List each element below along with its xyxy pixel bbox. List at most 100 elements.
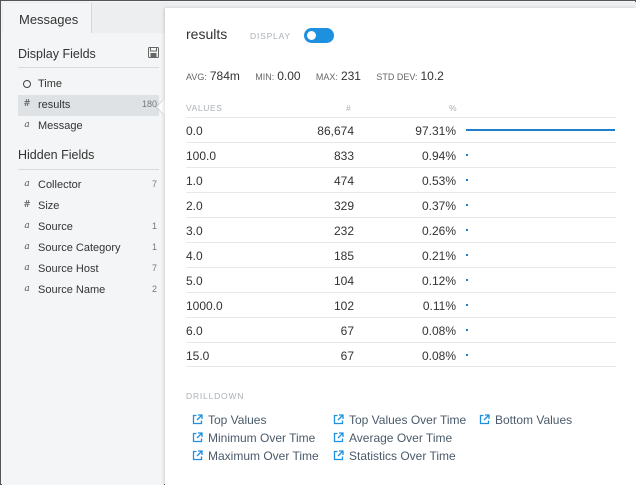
table-row[interactable]: 0.0 86,674 97.31% bbox=[186, 117, 616, 142]
drilldown-link[interactable]: Top Values bbox=[192, 413, 266, 427]
table-row[interactable]: 4.0 185 0.21% bbox=[186, 242, 616, 267]
table-row[interactable]: 3.0 232 0.26% bbox=[186, 217, 616, 242]
table-row[interactable]: 6.0 67 0.08% bbox=[186, 317, 616, 342]
divider bbox=[18, 169, 159, 170]
row-count: 329 bbox=[333, 199, 354, 213]
hidden-fields-title: Hidden Fields bbox=[18, 148, 95, 162]
text-icon: a bbox=[24, 242, 30, 252]
drilldown-link[interactable]: Top Values Over Time bbox=[333, 413, 466, 427]
row-count: 474 bbox=[333, 174, 354, 188]
avg-label: AVG: bbox=[186, 72, 207, 82]
table-row[interactable]: 1.0 474 0.53% bbox=[186, 167, 616, 192]
column-header-percent: % bbox=[449, 103, 458, 113]
toggle-knob bbox=[307, 31, 316, 40]
row-percent-bar bbox=[466, 279, 468, 281]
row-value: 100.0 bbox=[186, 149, 217, 163]
tab-messages[interactable]: Messages bbox=[3, 3, 92, 34]
display-label: DISPLAY bbox=[250, 31, 291, 41]
row-count: 185 bbox=[333, 249, 354, 263]
field-count: 1 bbox=[151, 242, 157, 252]
row-value: 15.0 bbox=[186, 349, 210, 363]
row-value: 0.0 bbox=[186, 124, 203, 138]
app-frame: Messages Display Fields Time # results 180 a… bbox=[0, 0, 636, 485]
row-percent: 0.37% bbox=[421, 199, 456, 213]
drilldown-link-label: Top Values Over Time bbox=[349, 413, 467, 427]
field-item[interactable]: # Size bbox=[18, 196, 159, 217]
clock-icon bbox=[23, 80, 31, 88]
row-value: 1000.0 bbox=[186, 299, 223, 313]
row-value: 5.0 bbox=[186, 274, 203, 288]
row-percent: 0.21% bbox=[421, 249, 456, 263]
field-item[interactable]: a Source 1 bbox=[18, 217, 159, 238]
field-name: Source bbox=[38, 221, 73, 233]
number-icon: # bbox=[23, 200, 31, 210]
row-percent: 0.08% bbox=[421, 349, 456, 363]
column-header-count: # bbox=[346, 103, 352, 113]
field-item[interactable]: a Message bbox=[18, 116, 159, 137]
max-value: 231 bbox=[340, 69, 361, 83]
display-fields-title: Display Fields bbox=[18, 47, 96, 61]
table-row[interactable]: 100.0 833 0.94% bbox=[186, 142, 616, 167]
field-count: 7 bbox=[151, 263, 157, 273]
field-summary-panel: results DISPLAY AVG: 784m MIN: 0.00 MAX: 23… bbox=[165, 8, 636, 485]
row-count: 67 bbox=[340, 349, 354, 363]
min-label: MIN: bbox=[255, 72, 275, 82]
field-name: Source Category bbox=[38, 242, 121, 254]
save-icon[interactable] bbox=[148, 47, 159, 58]
text-icon: a bbox=[24, 221, 30, 231]
field-item[interactable]: a Source Name 2 bbox=[18, 280, 159, 301]
text-icon: a bbox=[24, 284, 30, 294]
row-percent: 0.53% bbox=[421, 174, 456, 188]
external-link-icon bbox=[192, 432, 203, 443]
drilldown-link[interactable]: Average Over Time bbox=[333, 431, 452, 445]
row-value: 2.0 bbox=[186, 199, 203, 213]
row-percent-bar bbox=[466, 229, 468, 231]
field-title: results bbox=[186, 26, 228, 42]
drilldown-link-label: Minimum Over Time bbox=[208, 431, 316, 445]
table-row[interactable]: 2.0 329 0.37% bbox=[186, 192, 616, 217]
drilldown-title: DRILLDOWN bbox=[186, 391, 245, 401]
row-count: 232 bbox=[333, 224, 354, 238]
external-link-icon bbox=[192, 450, 203, 461]
row-percent: 0.08% bbox=[421, 324, 456, 338]
drilldown-link-label: Statistics Over Time bbox=[349, 449, 456, 463]
field-item[interactable]: a Source Host 7 bbox=[18, 259, 159, 280]
drilldown-link[interactable]: Statistics Over Time bbox=[333, 449, 456, 463]
drilldown-link[interactable]: Maximum Over Time bbox=[192, 449, 319, 463]
divider bbox=[18, 67, 159, 68]
field-count: 1 bbox=[151, 221, 157, 231]
field-name: Source Host bbox=[38, 263, 99, 275]
row-percent-bar bbox=[466, 304, 468, 306]
field-name: results bbox=[38, 99, 71, 111]
text-icon: a bbox=[24, 263, 30, 273]
std-dev-value: 10.2 bbox=[420, 69, 444, 83]
table-row[interactable]: 1000.0 102 0.11% bbox=[186, 292, 616, 317]
row-percent-bar bbox=[466, 204, 468, 206]
field-item[interactable]: a Source Category 1 bbox=[18, 238, 159, 259]
field-count: 7 bbox=[151, 179, 157, 189]
table-row[interactable]: 5.0 104 0.12% bbox=[186, 267, 616, 292]
min-value: 0.00 bbox=[277, 69, 301, 83]
row-percent-bar bbox=[466, 154, 468, 156]
text-icon: a bbox=[24, 179, 30, 189]
external-link-icon bbox=[333, 450, 344, 461]
drilldown-link-label: Average Over Time bbox=[349, 431, 453, 445]
row-percent-bar bbox=[466, 254, 468, 256]
external-link-icon bbox=[333, 432, 344, 443]
drilldown-link-label: Top Values bbox=[208, 413, 267, 427]
field-item[interactable]: # results 180 bbox=[18, 95, 159, 116]
drilldown-link[interactable]: Minimum Over Time bbox=[192, 431, 315, 445]
field-item[interactable]: a Collector 7 bbox=[18, 175, 159, 196]
field-count: 2 bbox=[151, 284, 157, 294]
table-row[interactable]: 15.0 67 0.08% bbox=[186, 342, 616, 367]
row-percent: 0.26% bbox=[421, 224, 456, 238]
row-count: 67 bbox=[340, 324, 354, 338]
row-value: 6.0 bbox=[186, 324, 203, 338]
display-toggle[interactable] bbox=[304, 28, 334, 43]
drilldown-link[interactable]: Bottom Values bbox=[479, 413, 572, 427]
row-count: 833 bbox=[333, 149, 354, 163]
row-value: 4.0 bbox=[186, 249, 203, 263]
number-icon: # bbox=[23, 99, 31, 109]
drilldown-link-label: Maximum Over Time bbox=[208, 449, 319, 463]
field-item[interactable]: Time bbox=[18, 74, 159, 95]
